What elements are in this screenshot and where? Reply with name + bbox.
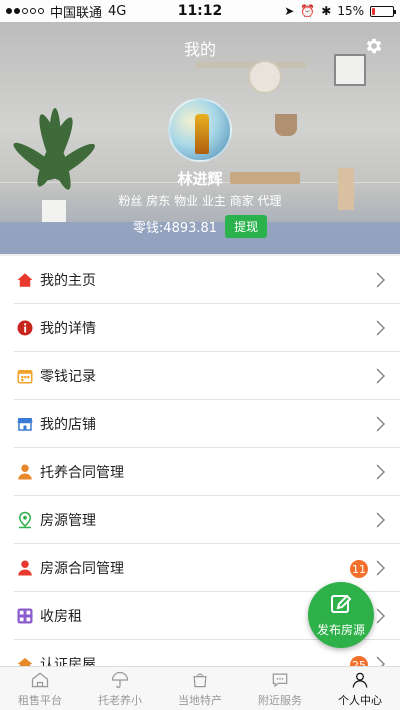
tab-rental-platform[interactable]: 租售平台 <box>0 667 80 710</box>
chevron-right-icon <box>376 272 386 288</box>
menu-item-label: 我的主页 <box>40 272 96 289</box>
tab-label: 当地特产 <box>178 693 222 707</box>
menu-item-label: 托养合同管理 <box>40 464 124 481</box>
bluetooth-icon: ✱ <box>321 4 332 18</box>
chevron-right-icon <box>376 320 386 336</box>
user-name: 林进辉 <box>177 170 223 188</box>
menu-item[interactable]: 我的店铺 <box>14 400 400 448</box>
chevron-right-icon <box>376 368 386 384</box>
battery-percent: 15% <box>337 4 364 18</box>
avatar[interactable] <box>168 98 232 162</box>
balance-amount: 零钱:4893.81 <box>132 221 218 236</box>
alarm-icon: ⏰ <box>300 4 316 18</box>
store-icon <box>16 415 34 433</box>
person-icon <box>16 559 34 577</box>
home-icon <box>16 271 34 289</box>
edit-icon <box>331 594 352 613</box>
withdraw-button[interactable]: 提现 <box>225 215 268 238</box>
menu-item[interactable]: 房源管理 <box>14 496 400 544</box>
menu-item[interactable]: 我的详情 <box>14 304 400 352</box>
grid-icon <box>16 607 34 625</box>
chevron-right-icon <box>376 464 386 480</box>
menu-item-label: 房源合同管理 <box>40 560 124 577</box>
user-roles: 粉丝 房东 物业 业主 商家 代理 <box>118 194 282 208</box>
hat-decoration <box>248 60 282 94</box>
menu-item-label: 房源管理 <box>40 512 96 529</box>
tab-label: 租售平台 <box>18 693 62 707</box>
page-title: 我的 <box>183 40 216 59</box>
home-outline-icon <box>31 672 49 687</box>
count-badge: 11 <box>350 560 368 578</box>
menu-item[interactable]: 托养合同管理 <box>14 448 400 496</box>
tab-nearby-service[interactable]: 附近服务 <box>240 667 320 710</box>
location-icon <box>16 511 34 529</box>
location-arrow-icon: ➤ <box>284 4 295 18</box>
person-icon <box>16 463 34 481</box>
tab-local-specialty[interactable]: 当地特产 <box>160 667 240 710</box>
tab-personal-center[interactable]: 个人中心 <box>320 667 400 710</box>
menu-item-label: 零钱记录 <box>40 368 96 385</box>
tab-label: 附近服务 <box>258 693 302 707</box>
status-bar: 中国联通 4G 11:12 ➤ ⏰ ✱ 15% <box>0 0 400 22</box>
tab-label: 个人中心 <box>338 693 382 707</box>
status-right: ➤ ⏰ ✱ 15% <box>284 4 396 18</box>
chevron-right-icon <box>376 608 386 624</box>
chevron-right-icon <box>376 560 386 576</box>
publish-listing-button[interactable]: 发布房源 <box>308 582 374 648</box>
bag-decoration <box>275 114 297 136</box>
tab-elder-child-care[interactable]: 托老养小 <box>80 667 160 710</box>
chat-icon <box>272 673 288 687</box>
tab-label: 托老养小 <box>98 693 142 707</box>
menu-item-label: 我的店铺 <box>40 416 96 433</box>
info-icon <box>16 319 34 337</box>
battery-icon <box>370 5 396 17</box>
umbrella-icon <box>111 671 129 688</box>
menu-item[interactable]: 零钱记录 <box>14 352 400 400</box>
publish-listing-label: 发布房源 <box>316 622 365 637</box>
chevron-right-icon <box>376 512 386 528</box>
calendar-icon <box>16 367 34 385</box>
profile-header: 我的 林进辉 粉丝 房东 物业 业主 商家 代理 零钱:4893.81 提现 <box>0 22 400 254</box>
gear-icon[interactable] <box>364 36 384 56</box>
tab-bar: 租售平台 托老养小 当地特产 附近服务 个人中心 <box>0 666 400 710</box>
menu-item[interactable]: 我的主页 <box>14 256 400 304</box>
shopping-bag-icon <box>193 673 207 687</box>
balance-row: 零钱:4893.81 提现 <box>0 215 400 238</box>
chevron-right-icon <box>376 416 386 432</box>
menu-item-label: 我的详情 <box>40 320 96 337</box>
person-icon <box>352 672 368 688</box>
